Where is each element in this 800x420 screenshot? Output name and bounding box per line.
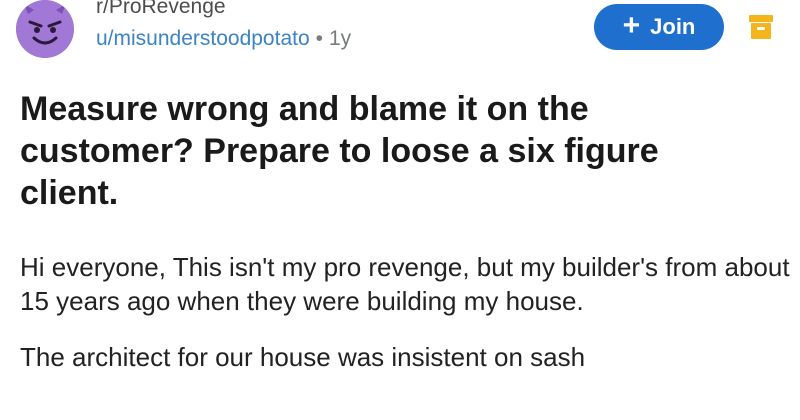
post-title[interactable]: Measure wrong and blame it on the custom… [20,88,720,214]
author-line: u/misunderstoodpotato • 1y [96,24,351,54]
body-paragraph: Hi everyone, This isn't my pro revenge, … [20,252,790,316]
post-meta: r/ProRevenge u/misunderstoodpotato • 1y [96,0,351,54]
subreddit-avatar[interactable] [16,0,74,58]
meta-separator: • [315,27,323,50]
join-button[interactable]: + Join [594,4,724,50]
award-box-icon[interactable] [748,14,774,40]
subreddit-name[interactable]: r/ProRevenge [96,0,351,20]
plus-icon: + [622,9,641,42]
devil-face-icon [16,0,74,58]
post-age: 1y [329,27,352,50]
join-label: Join [650,14,696,39]
post-body: Hi everyone, This isn't my pro revenge, … [20,250,790,396]
author-username[interactable]: u/misunderstoodpotato [96,27,310,50]
post-header: r/ProRevenge u/misunderstoodpotato • 1y + … [0,0,800,72]
body-paragraph: The architect for our house was insisten… [20,342,586,372]
